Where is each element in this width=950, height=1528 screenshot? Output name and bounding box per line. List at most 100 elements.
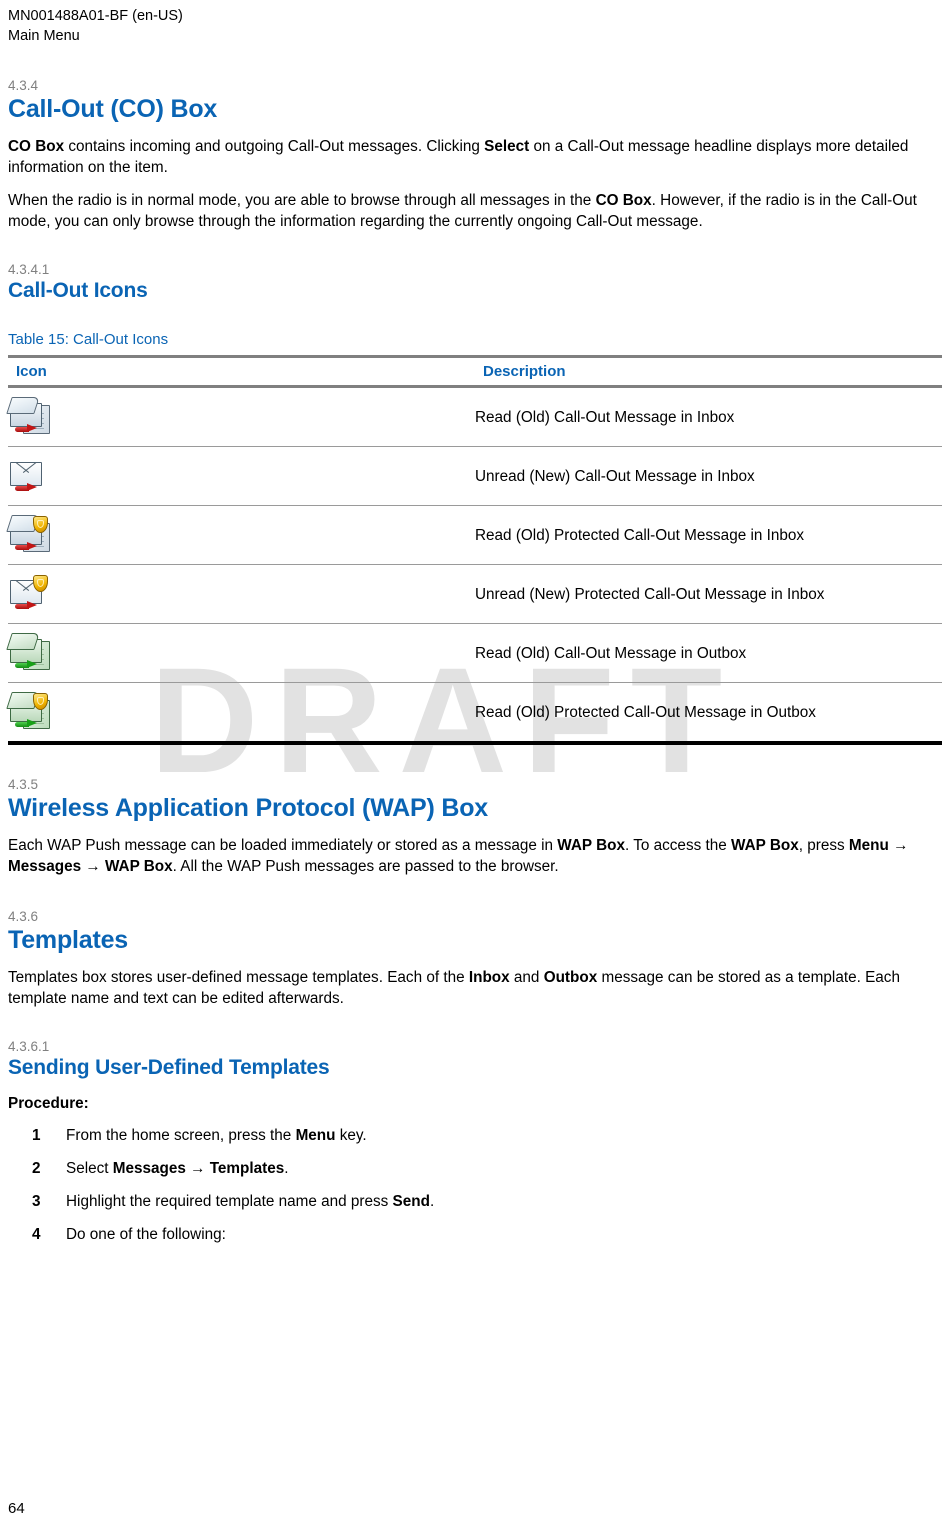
inline-bold-select: Select <box>484 138 530 155</box>
outgoing-arrow-shape <box>15 660 37 669</box>
incoming-arrow-shape <box>15 424 37 433</box>
section-number-4-3-6-1: 4.3.6.1 <box>8 1039 50 1054</box>
running-header: MN001488A01-BF (en-US) Main Menu <box>8 0 942 46</box>
call-out-icons-table: Icon Description Read (Old) Call-Out Mes… <box>6 355 942 745</box>
wap-s2: . To access the <box>625 837 732 854</box>
step-bold-messages: Messages <box>112 1160 186 1177</box>
step-arrow: → <box>185 1160 210 1177</box>
inline-bold-co-box-2: CO Box <box>595 192 652 209</box>
section-number-4-3-6: 4.3.6 <box>8 909 39 924</box>
icon-cell <box>6 623 475 683</box>
read-old-callout-outbox-icon <box>6 633 50 673</box>
procedure-steps: 1 From the home screen, press the Menu ke… <box>8 1125 942 1245</box>
unread-new-protected-callout-inbox-icon <box>8 574 50 614</box>
step-number: 2 <box>32 1160 41 1177</box>
step-number: 1 <box>32 1127 41 1144</box>
step-text-1: From the home screen, press the <box>66 1127 296 1144</box>
wap-s6: . All the WAP Push messages are passed t… <box>172 858 559 875</box>
page-number: 64 <box>8 1500 25 1517</box>
table-row: Read (Old) Call-Out Message in Inbox <box>6 386 942 447</box>
paragraph-co-box-1-mid: contains incoming and outgoing Call-Out … <box>64 138 485 155</box>
list-item: 3 Highlight the required template name an… <box>8 1191 942 1212</box>
read-old-protected-callout-inbox-icon <box>6 515 50 555</box>
icon-cell <box>6 682 475 745</box>
procedure-label: Procedure: <box>8 1095 89 1112</box>
step-text-2: Select <box>66 1160 113 1177</box>
column-header-icon: Icon <box>8 355 475 388</box>
step-bold-send: Send <box>392 1193 430 1210</box>
description-cell: Read (Old) Protected Call-Out Message in… <box>475 682 942 745</box>
description-cell: Read (Old) Call-Out Message in Inbox <box>475 386 942 447</box>
incoming-arrow-shape <box>15 601 37 610</box>
section-number-4-3-4-1: 4.3.4.1 <box>8 262 50 277</box>
wap-b3: Menu <box>848 837 889 854</box>
table-header-row: Icon Description <box>8 355 942 388</box>
step-text-3: Highlight the required template name and… <box>66 1193 393 1210</box>
icon-cell <box>8 564 475 624</box>
inline-bold-co-box: CO Box <box>8 138 65 155</box>
step-text-1b: key. <box>335 1127 367 1144</box>
list-item: 1 From the home screen, press the Menu ke… <box>8 1125 942 1146</box>
step-text-4: Do one of the following: <box>66 1226 226 1243</box>
table-head: Icon Description <box>8 355 942 388</box>
tpl-s1: Templates box stores user-defined messag… <box>8 969 469 986</box>
incoming-arrow-shape <box>15 542 37 551</box>
icon-cell <box>8 446 475 506</box>
list-item: 2 Select Messages → Templates. <box>8 1158 942 1179</box>
wap-arrow-2: → <box>81 858 105 875</box>
table-body: Read (Old) Call-Out Message in Inbox Unr… <box>6 386 942 745</box>
heading-sending-user-defined-templates: Sending User-Defined Templates <box>8 1056 330 1079</box>
section-number-4-3-4: 4.3.4 <box>8 78 39 93</box>
wap-s1: Each WAP Push message can be loaded imme… <box>8 837 558 854</box>
tpl-b2-outbox: Outbox <box>543 969 598 986</box>
tpl-s2: and <box>509 969 544 986</box>
table-row: Read (Old) Protected Call-Out Message in… <box>6 682 942 745</box>
shield-icon <box>33 575 48 592</box>
table-row: Unread (New) Protected Call-Out Message … <box>8 564 942 624</box>
read-old-callout-inbox-icon <box>6 397 50 437</box>
step-number: 4 <box>32 1226 41 1243</box>
paragraph-co-box-1: CO Box contains incoming and outgoing Ca… <box>8 136 942 178</box>
section-wap-box: 4.3.5 Wireless Application Protocol (WAP… <box>8 777 942 823</box>
wap-s3: , press <box>798 837 849 854</box>
section-number-4-3-5: 4.3.5 <box>8 777 39 792</box>
section-call-out-icons: 4.3.4.1 Call-Out Icons <box>8 262 942 304</box>
step-bold-templates: Templates <box>209 1160 285 1177</box>
table-row: Unread (New) Call-Out Message in Inbox <box>8 446 942 506</box>
heading-call-out-co-box: Call-Out (CO) Box <box>8 95 218 123</box>
incoming-arrow-shape <box>15 483 37 492</box>
icon-cell <box>6 505 475 565</box>
section-sending-templates: 4.3.6.1 Sending User-Defined Templates <box>8 1039 942 1081</box>
read-old-protected-callout-outbox-icon <box>6 692 50 732</box>
tpl-b1-inbox: Inbox <box>468 969 510 986</box>
list-item: 4 Do one of the following: <box>8 1224 942 1245</box>
running-header-chapter: Main Menu <box>8 28 80 44</box>
step-text-2b: . <box>284 1160 289 1177</box>
envelope-flap-shape <box>6 397 40 414</box>
icon-cell <box>6 386 475 447</box>
heading-wap-box: Wireless Application Protocol (WAP) Box <box>8 794 488 822</box>
wap-arrow-1: → <box>888 837 909 854</box>
running-header-doc-id: MN001488A01-BF (en-US) <box>8 8 183 24</box>
paragraph-wap-box: Each WAP Push message can be loaded imme… <box>8 835 942 877</box>
section-co-box: 4.3.4 Call-Out (CO) Box <box>8 78 942 124</box>
wap-b4: Messages <box>8 858 82 875</box>
heading-templates: Templates <box>8 926 129 954</box>
table-row: Read (Old) Protected Call-Out Message in… <box>6 505 942 565</box>
column-header-description: Description <box>475 355 942 388</box>
unread-new-callout-inbox-icon <box>8 456 50 496</box>
step-text-3b: . <box>429 1193 435 1210</box>
description-cell: Read (Old) Call-Out Message in Outbox <box>475 623 942 683</box>
section-templates: 4.3.6 Templates <box>8 909 942 955</box>
heading-call-out-icons: Call-Out Icons <box>8 279 148 302</box>
table-caption-15: Table 15: Call-Out Icons <box>8 331 169 348</box>
document-page: DRAFT MN001488A01-BF (en-US) Main Menu 4… <box>0 0 950 1528</box>
paragraph-co-box-2-start: When the radio is in normal mode, you ar… <box>8 192 596 209</box>
description-cell: Unread (New) Call-Out Message in Inbox <box>475 446 942 506</box>
description-cell: Read (Old) Protected Call-Out Message in… <box>475 505 942 565</box>
wap-b5: WAP Box <box>104 858 173 875</box>
step-number: 3 <box>32 1193 41 1210</box>
paragraph-templates: Templates box stores user-defined messag… <box>8 967 942 1009</box>
envelope-flap-shape <box>6 633 40 650</box>
table-row: Read (Old) Call-Out Message in Outbox <box>6 623 942 683</box>
